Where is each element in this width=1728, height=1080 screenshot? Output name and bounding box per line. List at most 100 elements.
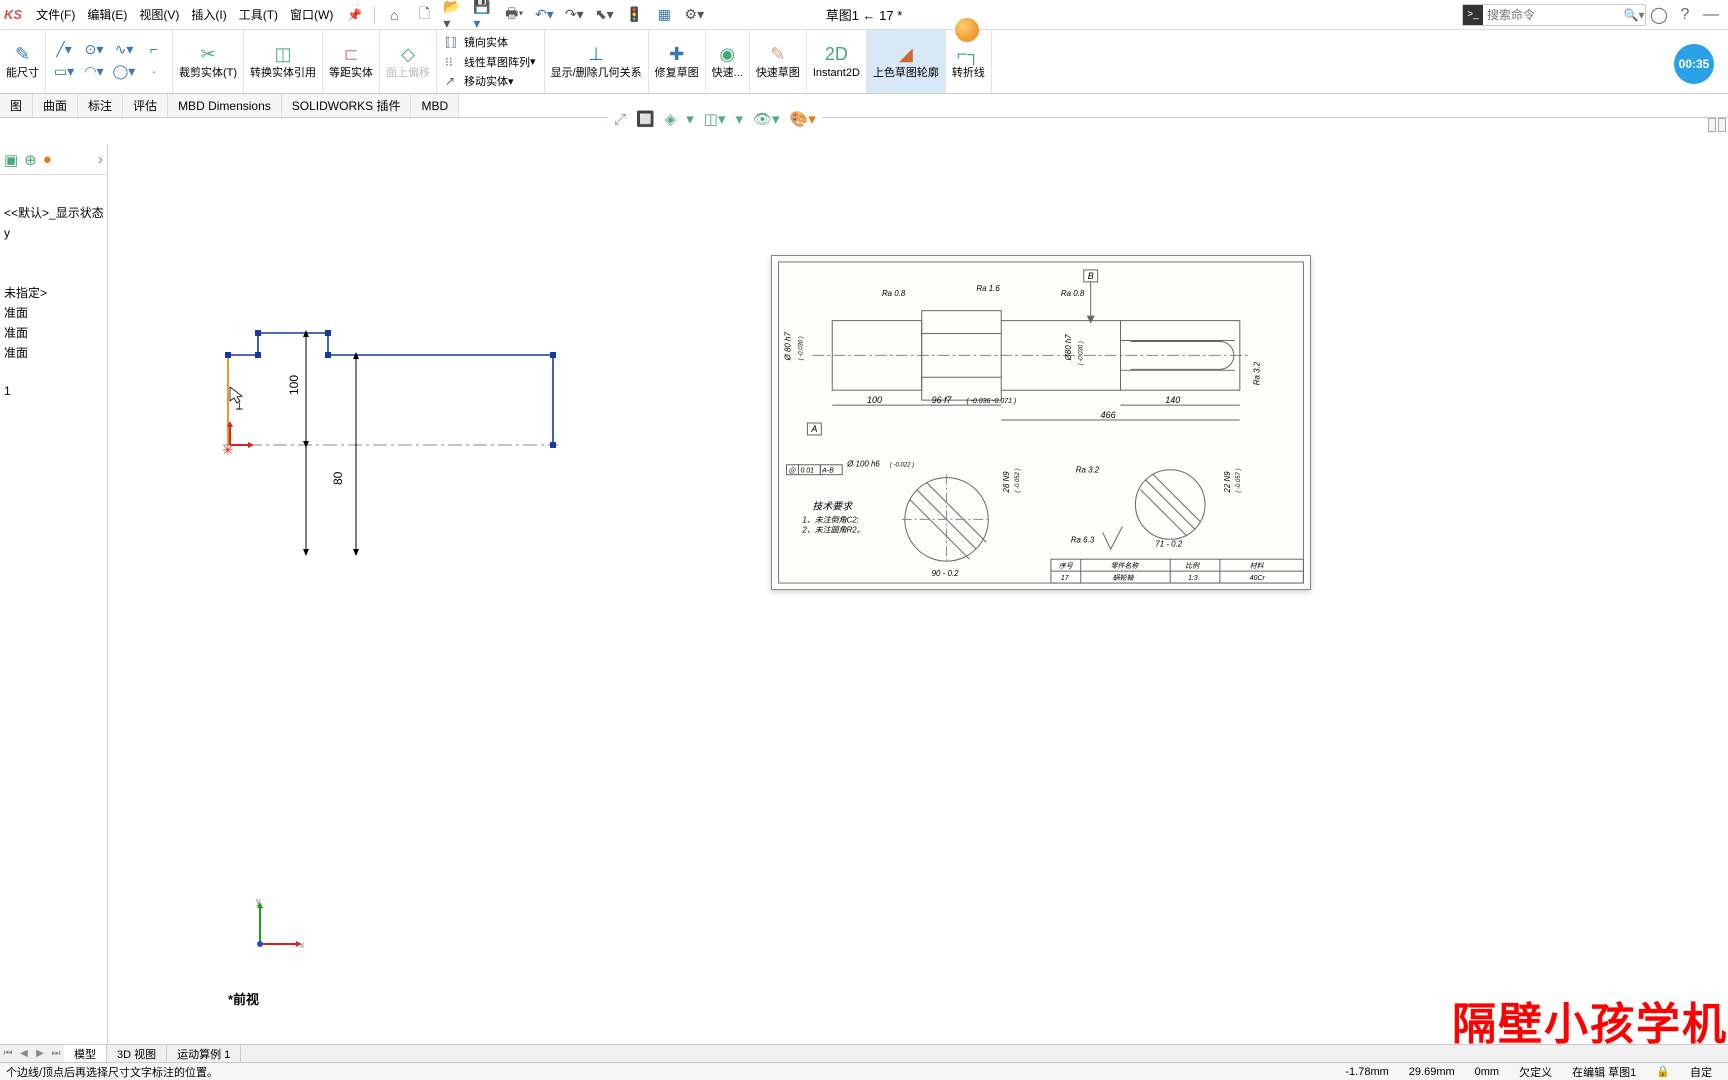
- home-icon[interactable]: ⌂: [383, 4, 405, 26]
- svg-text:技术要求: 技术要求: [812, 500, 853, 512]
- tab-scroll-prev[interactable]: ◀: [16, 1048, 32, 1059]
- tab-scroll-next[interactable]: ▶: [32, 1048, 48, 1059]
- status-constraint: 欠定义: [1519, 1064, 1552, 1080]
- tab-mbd[interactable]: MBD: [411, 94, 459, 117]
- show-delete-relations-button[interactable]: ⊥显示/删除几何关系: [545, 30, 649, 93]
- svg-text:0.01: 0.01: [800, 468, 814, 475]
- tab-sw-addins[interactable]: SOLIDWORKS 插件: [282, 94, 412, 117]
- collapse-panels[interactable]: [1708, 118, 1728, 134]
- sketch-tools-grid: ╱▾ ⊙▾ ∿▾ ⌐ ▭▾ ◠▾ ◯▾ ·: [46, 30, 173, 93]
- display-state-node: <<默认>_显示状态: [4, 203, 103, 223]
- expand-icon[interactable]: ›: [98, 151, 103, 168]
- trim-button[interactable]: ✂裁剪实体(T): [173, 30, 244, 93]
- circle-tool[interactable]: ⊙▾: [80, 41, 108, 61]
- watermark-text: 隔壁小孩学机: [1452, 988, 1728, 1052]
- svg-text:Ra 0.8: Ra 0.8: [1061, 289, 1085, 298]
- traffic-icon[interactable]: 🚦: [623, 4, 645, 26]
- tab-surfaces[interactable]: 曲面: [33, 94, 78, 117]
- display-style-icon[interactable]: ▾: [735, 110, 743, 128]
- tab-scroll-first[interactable]: ⏮: [0, 1048, 16, 1059]
- print-icon[interactable]: 🖶▾: [503, 4, 525, 26]
- menu-window[interactable]: 窗口(W): [284, 6, 339, 23]
- tab-3dview[interactable]: 3D 视图: [107, 1045, 167, 1062]
- menu-tools[interactable]: 工具(T): [233, 6, 284, 23]
- shade-sketch-button[interactable]: ◢上色草图轮廓: [867, 30, 946, 93]
- smart-dimension-button[interactable]: ✎ 能尺寸: [0, 30, 46, 93]
- user-icon[interactable]: ◯: [1646, 5, 1672, 25]
- search-box[interactable]: >_ 🔍▾: [1462, 4, 1646, 26]
- linear-pattern-button[interactable]: ⁝⁝线性草图阵列 ▾: [445, 52, 536, 72]
- search-icon[interactable]: 🔍▾: [1623, 8, 1645, 22]
- fillet-tool[interactable]: ⌐: [140, 41, 168, 61]
- plane2-node: 准面: [4, 323, 103, 343]
- surface-offset-button[interactable]: ◇面上偏移: [380, 30, 437, 93]
- quick-snap-button[interactable]: ◉快速...: [706, 30, 750, 93]
- redo-icon[interactable]: ↷▾: [563, 4, 585, 26]
- view-triad[interactable]: x y: [248, 896, 308, 956]
- status-y: 29.69mm: [1409, 1066, 1455, 1078]
- rapid-sketch-button[interactable]: ✎快速草图: [750, 30, 807, 93]
- menu-edit[interactable]: 编辑(E): [81, 6, 133, 23]
- mirror-button[interactable]: ⟦⟧镜向实体: [445, 32, 536, 52]
- svg-text:22 N9: 22 N9: [1223, 471, 1232, 494]
- notification-orb[interactable]: [955, 18, 979, 42]
- minimize-icon[interactable]: —: [1698, 6, 1724, 24]
- section-view-icon[interactable]: ▾: [686, 110, 694, 128]
- heads-up-toolbar: ⤢ 🔲 ◈ ▾ ◫▾ ▾ 👁▾ 🎨▾: [608, 107, 822, 131]
- appearance-tab-icon[interactable]: ●: [43, 151, 52, 168]
- rebuild-icon[interactable]: ▦: [653, 4, 675, 26]
- svg-text:( -0.052 ): ( -0.052 ): [1015, 468, 1021, 492]
- pin-icon[interactable]: 📌: [347, 8, 362, 22]
- menu-insert[interactable]: 插入(I): [185, 6, 232, 23]
- svg-text:40Cr: 40Cr: [1250, 575, 1266, 582]
- instant2d-button[interactable]: 2DInstant2D: [807, 30, 867, 93]
- workspace: ▣ ⊕ ● › <<默认>_显示状态 y 未指定> 准面 准面 准面 1 ⤢ 🔲…: [0, 145, 1728, 1044]
- property-tab-icon[interactable]: ⊕: [24, 151, 37, 169]
- move-entities-button[interactable]: ↗移动实体 ▾: [445, 71, 536, 91]
- ellipse-tool[interactable]: ◯▾: [110, 63, 138, 83]
- appearance-icon[interactable]: 🎨▾: [790, 110, 816, 128]
- tree-tab-icon[interactable]: ▣: [4, 151, 18, 169]
- tab-motion-study[interactable]: 运动算例 1: [167, 1045, 241, 1062]
- svg-text:140: 140: [1165, 395, 1180, 405]
- tab-model[interactable]: 模型: [64, 1045, 107, 1062]
- feature-tree[interactable]: <<默认>_显示状态 y 未指定> 准面 准面 准面 1: [0, 175, 107, 405]
- zoom-fit-icon[interactable]: ⤢: [614, 111, 626, 128]
- spline-tool[interactable]: ∿▾: [110, 41, 138, 61]
- tab-scroll-last[interactable]: ⏭: [48, 1048, 64, 1059]
- save-icon[interactable]: 💾▾: [473, 4, 495, 26]
- help-icon[interactable]: ?: [1672, 6, 1698, 24]
- tab-annotations[interactable]: 标注: [78, 94, 123, 117]
- open-icon[interactable]: 📂▾: [443, 4, 465, 26]
- rect-tool[interactable]: ▭▾: [50, 63, 78, 83]
- search-input[interactable]: [1483, 8, 1623, 22]
- menu-view[interactable]: 视图(V): [133, 6, 185, 23]
- repair-sketch-button[interactable]: ✚修复草图: [649, 30, 706, 93]
- prev-view-icon[interactable]: ◈: [665, 110, 677, 128]
- new-icon[interactable]: 🗋: [413, 4, 435, 26]
- panel-tabs: ▣ ⊕ ● ›: [0, 145, 107, 175]
- select-icon[interactable]: ⬉▾: [593, 4, 615, 26]
- motion-tabs: ⏮◀▶⏭ 模型 3D 视图 运动算例 1: [0, 1044, 1728, 1062]
- zoom-area-icon[interactable]: 🔲: [636, 110, 655, 128]
- offset-button[interactable]: ⊏等距实体: [323, 30, 380, 93]
- settings-icon[interactable]: ⚙▾: [683, 4, 705, 26]
- view-orient-icon[interactable]: ◫▾: [704, 110, 726, 128]
- point-tool[interactable]: ·: [140, 63, 168, 83]
- tab-features[interactable]: 图: [0, 94, 33, 117]
- arc-tool[interactable]: ◠▾: [80, 63, 108, 83]
- line-tool[interactable]: ╱▾: [50, 41, 78, 61]
- app-logo: KS: [4, 7, 22, 22]
- graphics-area[interactable]: ⤢ 🔲 ◈ ▾ ◫▾ ▾ 👁▾ 🎨▾: [108, 145, 1728, 1026]
- dim-80: 80: [331, 471, 345, 485]
- hide-show-icon[interactable]: 👁▾: [753, 110, 780, 128]
- status-lock-icon[interactable]: 🔒: [1656, 1065, 1670, 1078]
- menu-file[interactable]: 文件(F): [30, 6, 81, 23]
- command-manager-tabs: 图 曲面 标注 评估 MBD Dimensions SOLIDWORKS 插件 …: [0, 94, 1728, 118]
- tab-evaluate[interactable]: 评估: [123, 94, 168, 117]
- convert-entities-button[interactable]: ◫转换实体引用: [244, 30, 323, 93]
- svg-text:材料: 材料: [1250, 562, 1265, 570]
- tab-mbd-dim[interactable]: MBD Dimensions: [168, 94, 282, 117]
- undo-icon[interactable]: ↶▾: [533, 4, 555, 26]
- svg-text:466: 466: [1101, 410, 1116, 420]
